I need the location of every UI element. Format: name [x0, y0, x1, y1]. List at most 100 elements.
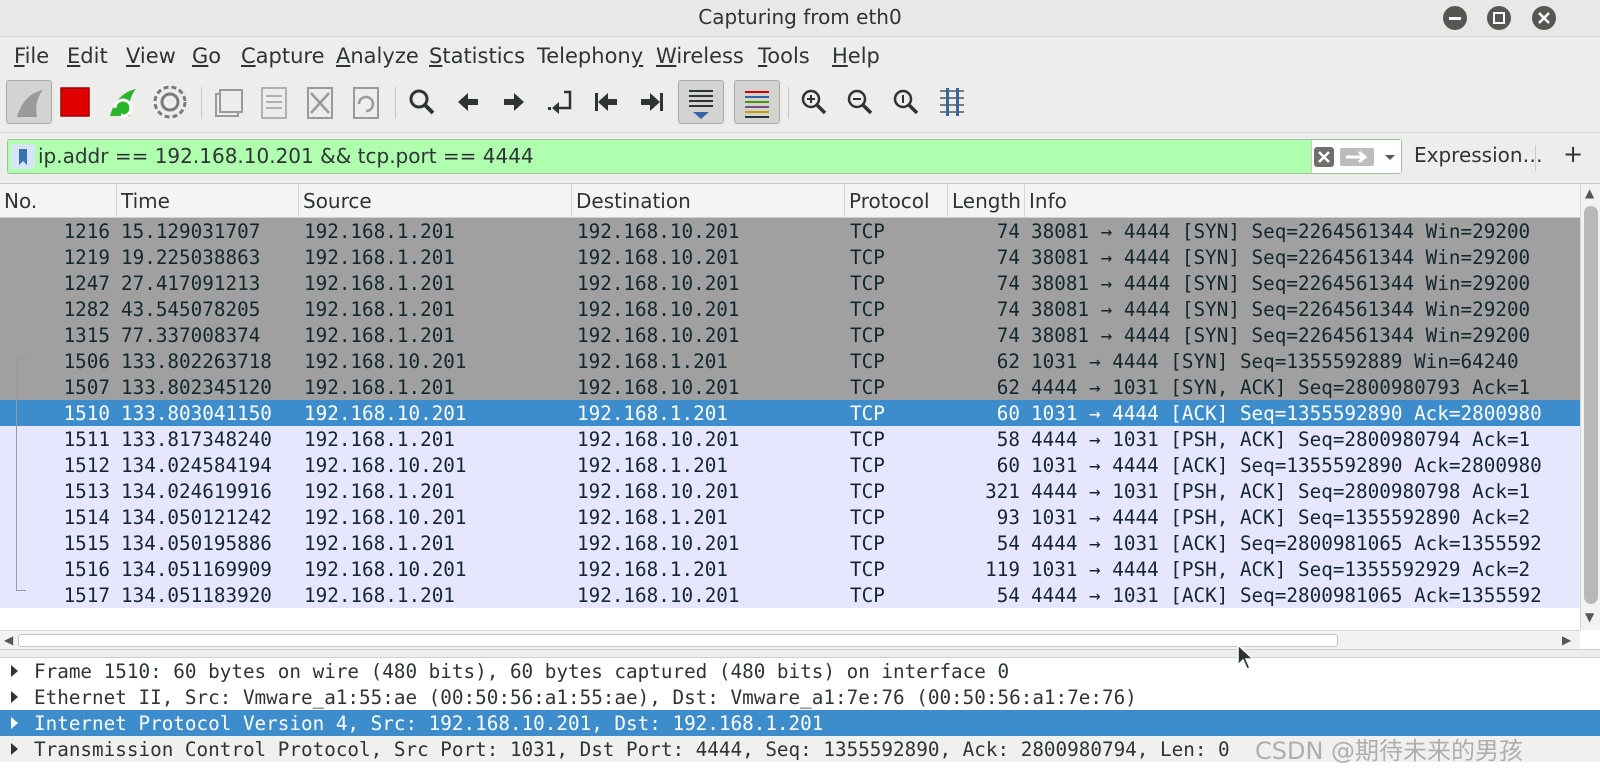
- packet-row[interactable]: 1511 133.817348240 192.168.1.201 192.168.10…: [0, 426, 1580, 452]
- detail-row-ethernet[interactable]: Ethernet II, Src: Vmware_a1:55:ae (00:50…: [0, 684, 1600, 710]
- menu-telephony[interactable]: Telephony: [537, 44, 643, 68]
- resize-columns-icon[interactable]: [930, 80, 974, 124]
- column-header-protocol[interactable]: Protocol: [845, 184, 948, 218]
- packet-row[interactable]: 1282 43.545078205 192.168.1.201 192.168.10.…: [0, 296, 1580, 322]
- expand-arrow-icon[interactable]: [11, 743, 18, 755]
- menu-view[interactable]: View: [126, 44, 176, 68]
- expand-arrow-icon[interactable]: [11, 717, 18, 729]
- maximize-icon[interactable]: [1487, 6, 1511, 30]
- column-header-info[interactable]: Info: [1025, 184, 1580, 218]
- packet-row[interactable]: 1510 133.803041150 192.168.10.201 192.168.1…: [0, 400, 1580, 426]
- find-packet-icon[interactable]: [400, 80, 444, 124]
- cell-info: 4444 → 1031 [PSH, ACK] Seq=2800980798 Ac…: [1031, 480, 1531, 503]
- packet-row[interactable]: 1506 133.802263718 192.168.10.201 192.168.1…: [0, 348, 1580, 374]
- cell-src: 192.168.10.201: [304, 506, 467, 529]
- last-packet-icon[interactable]: [630, 80, 674, 124]
- scroll-right-icon[interactable]: ▶: [1562, 633, 1571, 647]
- filter-history-dropdown-icon[interactable]: [1380, 140, 1400, 173]
- go-back-icon[interactable]: [446, 80, 490, 124]
- menu-capture[interactable]: Capture: [241, 44, 325, 68]
- cell-len: 321: [985, 480, 1020, 503]
- stop-capture-icon[interactable]: [54, 80, 98, 124]
- menu-analyze[interactable]: Analyze: [336, 44, 419, 68]
- bookmark-icon[interactable]: [11, 144, 35, 169]
- packet-row[interactable]: 1315 77.337008374 192.168.1.201 192.168.10.…: [0, 322, 1580, 348]
- cell-len: 58: [996, 428, 1020, 451]
- display-filter-input[interactable]: ip.addr == 192.168.10.201 && tcp.port ==…: [7, 139, 1402, 174]
- cell-info: 38081 → 4444 [SYN] Seq=2264561344 Win=29…: [1031, 246, 1531, 269]
- menu-tools[interactable]: Tools: [758, 44, 810, 68]
- cell-src: 192.168.10.201: [304, 350, 467, 373]
- packet-row[interactable]: 1507 133.802345120 192.168.1.201 192.168.10…: [0, 374, 1580, 400]
- menu-wireless[interactable]: Wireless: [656, 44, 744, 68]
- column-header-length[interactable]: Length: [948, 184, 1025, 218]
- packet-row[interactable]: 1247 27.417091213 192.168.1.201 192.168.10.…: [0, 270, 1580, 296]
- cell-info: 38081 → 4444 [SYN] Seq=2264561344 Win=29…: [1031, 220, 1531, 243]
- cell-len: 119: [985, 558, 1020, 581]
- column-header-source[interactable]: Source: [299, 184, 572, 218]
- start-capture-icon[interactable]: [6, 80, 52, 124]
- cell-src: 192.168.1.201: [304, 480, 455, 503]
- packet-row[interactable]: 1216 15.129031707 192.168.1.201 192.168.10.…: [0, 218, 1580, 244]
- cell-no: 1216: [63, 220, 110, 243]
- cell-src: 192.168.10.201: [304, 402, 467, 425]
- autoscroll-icon[interactable]: [678, 80, 724, 124]
- packet-row[interactable]: 1516 134.051169909 192.168.10.201 192.168.1…: [0, 556, 1580, 582]
- detail-row-frame[interactable]: Frame 1510: 60 bytes on wire (480 bits),…: [0, 658, 1600, 684]
- apply-filter-icon[interactable]: [1338, 140, 1378, 173]
- cell-len: 62: [996, 350, 1020, 373]
- packet-row[interactable]: 1514 134.050121242 192.168.10.201 192.168.1…: [0, 504, 1580, 530]
- scroll-left-icon[interactable]: ◀: [4, 633, 13, 647]
- add-filter-button[interactable]: +: [1563, 140, 1583, 168]
- expand-arrow-icon[interactable]: [11, 665, 18, 677]
- normal-size-icon[interactable]: [884, 80, 928, 124]
- menu-edit[interactable]: Edit: [67, 44, 108, 68]
- menu-statistics[interactable]: Statistics: [429, 44, 525, 68]
- scroll-up-icon[interactable]: ▲: [1585, 186, 1594, 200]
- go-to-packet-icon[interactable]: [538, 80, 582, 124]
- pane-splitter[interactable]: [0, 649, 1600, 658]
- go-forward-icon[interactable]: [492, 80, 536, 124]
- first-packet-icon[interactable]: [584, 80, 628, 124]
- close-file-icon[interactable]: [298, 80, 342, 124]
- cell-src: 192.168.1.201: [304, 220, 455, 243]
- vscroll-thumb[interactable]: [1584, 206, 1598, 604]
- cell-info: 4444 → 1031 [ACK] Seq=2800981065 Ack=135…: [1031, 532, 1542, 555]
- scroll-down-icon[interactable]: ▼: [1585, 610, 1594, 624]
- cell-info: 38081 → 4444 [SYN] Seq=2264561344 Win=29…: [1031, 272, 1531, 295]
- packet-row[interactable]: 1513 134.024619916 192.168.1.201 192.168.10…: [0, 478, 1580, 504]
- cell-time: 19.225038863: [121, 246, 261, 269]
- colorize-icon[interactable]: [734, 80, 780, 124]
- column-header-no[interactable]: No.: [0, 184, 117, 218]
- expand-arrow-icon[interactable]: [11, 691, 18, 703]
- menu-file[interactable]: File: [14, 44, 49, 68]
- filter-toolbar: ip.addr == 192.168.10.201 && tcp.port ==…: [0, 133, 1600, 183]
- packet-list-hscrollbar[interactable]: ◀ ▶: [0, 630, 1580, 650]
- menu-help[interactable]: Help: [832, 44, 880, 68]
- reload-file-icon[interactable]: [344, 80, 388, 124]
- cell-dst: 192.168.1.201: [577, 454, 728, 477]
- cell-dst: 192.168.10.201: [577, 428, 740, 451]
- column-header-destination[interactable]: Destination: [572, 184, 845, 218]
- expression-button[interactable]: Expression…: [1414, 143, 1543, 167]
- menu-go[interactable]: Go: [192, 44, 221, 68]
- packet-row[interactable]: 1512 134.024584194 192.168.10.201 192.168.1…: [0, 452, 1580, 478]
- restart-capture-icon[interactable]: [101, 80, 145, 124]
- capture-options-icon[interactable]: [148, 80, 192, 124]
- hscroll-thumb[interactable]: [18, 634, 1338, 647]
- zoom-out-icon[interactable]: [838, 80, 882, 124]
- packet-row[interactable]: 1219 19.225038863 192.168.1.201 192.168.10.…: [0, 244, 1580, 270]
- packet-list: No. Time Source Destination Protocol Len…: [0, 183, 1600, 650]
- packet-row[interactable]: 1515 134.050195886 192.168.1.201 192.168.10…: [0, 530, 1580, 556]
- packet-list-vscrollbar[interactable]: ▲ ▼: [1580, 184, 1600, 630]
- save-file-icon[interactable]: [252, 80, 296, 124]
- zoom-in-icon[interactable]: [792, 80, 836, 124]
- column-header-time[interactable]: Time: [117, 184, 299, 218]
- display-filter-text[interactable]: ip.addr == 192.168.10.201 && tcp.port ==…: [38, 144, 534, 168]
- cell-time: 134.024584194: [121, 454, 272, 477]
- minimize-icon[interactable]: [1443, 6, 1467, 30]
- open-file-icon[interactable]: [206, 80, 250, 124]
- close-icon[interactable]: [1532, 6, 1556, 30]
- cell-src: 192.168.1.201: [304, 272, 455, 295]
- packet-row[interactable]: 1517 134.051183920 192.168.1.201 192.168.10…: [0, 582, 1580, 608]
